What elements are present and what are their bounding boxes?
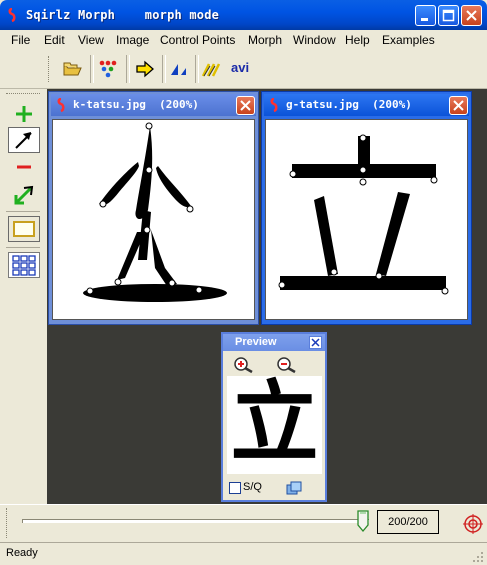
source-window-titlebar[interactable]: k-tatsu.jpg (200%) [51,94,256,116]
sq-checkbox[interactable] [229,482,241,494]
open-folder-icon[interactable] [62,58,84,80]
menu-window[interactable]: Window [293,32,336,48]
menu-control-points[interactable]: Control Points [160,32,235,48]
delete-point-icon[interactable] [8,155,40,181]
slider-grip [6,508,8,538]
transform-icon[interactable] [168,58,190,80]
source-image-canvas[interactable] [52,119,255,320]
sidebar-separator [6,211,40,212]
sq-checkbox-label: S/Q [243,481,262,493]
select-arrow-icon [15,132,32,149]
toolbar-separator [195,55,199,83]
maximize-button[interactable] [438,5,459,26]
maximize-icon [442,9,455,22]
preview-title: Preview [235,336,277,348]
copy-icon[interactable] [285,480,303,496]
target-icon[interactable] [462,513,484,535]
window-title: Sqirlz Morph morph mode [26,8,220,22]
preview-window[interactable]: Preview 立 S/Q [221,332,327,502]
close-icon [453,100,464,111]
preview-close-button[interactable] [309,336,322,349]
morph-app-icon [270,98,278,112]
status-text: Ready [6,547,38,559]
preview-glyph: 立 [230,371,319,474]
grid-tool-button[interactable] [8,252,40,278]
toolbar-separator [162,55,166,83]
close-icon [240,100,251,111]
rectangle-icon [13,221,35,237]
frame-slider-track[interactable] [22,519,369,523]
frame-counter: 200/200 [377,510,439,534]
source-window-close-button[interactable] [236,96,255,115]
source-glyph-image [83,122,227,302]
minimize-icon [421,18,428,21]
source-window-title: k-tatsu.jpg (200%) [73,98,199,111]
preview-canvas: 立 [227,371,322,474]
frame-slider-thumb[interactable] [357,510,369,532]
toolbar-separator [90,55,94,83]
control-points-icon[interactable] [98,58,120,80]
morph-app-icon [57,98,65,112]
close-button[interactable] [461,5,482,26]
target-image-window[interactable]: g-tatsu.jpg (200%) [261,91,472,325]
tool-sidebar [0,89,47,504]
grid-icon [12,255,36,276]
menu-help[interactable]: Help [345,32,370,48]
morph-app-icon [8,8,16,22]
resize-grip-icon[interactable] [472,551,484,563]
menu-edit[interactable]: Edit [44,32,65,48]
target-image-canvas[interactable] [265,119,468,320]
preview-titlebar[interactable]: Preview [223,334,325,351]
target-window-title: g-tatsu.jpg (200%) [286,98,412,111]
target-window-close-button[interactable] [449,96,468,115]
close-icon [466,10,477,21]
move-point-icon[interactable] [8,181,40,207]
sidebar-grip [6,93,40,94]
menu-morph[interactable]: Morph [248,32,282,48]
menu-view[interactable]: View [78,32,104,48]
menu-bar: File Edit View Image Control Points Morp… [0,30,487,50]
status-bar: Ready [0,542,487,565]
toolbar: avi [0,50,487,89]
target-window-titlebar[interactable]: g-tatsu.jpg (200%) [264,94,469,116]
rectangle-tool-button[interactable] [8,216,40,242]
avi-button[interactable]: avi [231,60,249,75]
arrow-right-icon[interactable] [134,58,156,80]
sidebar-separator [6,247,40,248]
select-tool-button[interactable] [8,127,40,153]
menu-file[interactable]: File [11,32,30,48]
add-point-icon[interactable] [8,101,40,127]
toolbar-separator [126,55,130,83]
toolbar-grip [48,56,52,82]
menu-examples[interactable]: Examples [382,32,435,48]
minimize-button[interactable] [415,5,436,26]
menu-image[interactable]: Image [116,32,149,48]
target-glyph-image [278,134,449,295]
title-bar: Sqirlz Morph morph mode [0,0,487,30]
close-icon [311,338,320,347]
sequence-icon[interactable] [201,58,223,80]
source-image-window[interactable]: k-tatsu.jpg (200%) [48,91,259,325]
